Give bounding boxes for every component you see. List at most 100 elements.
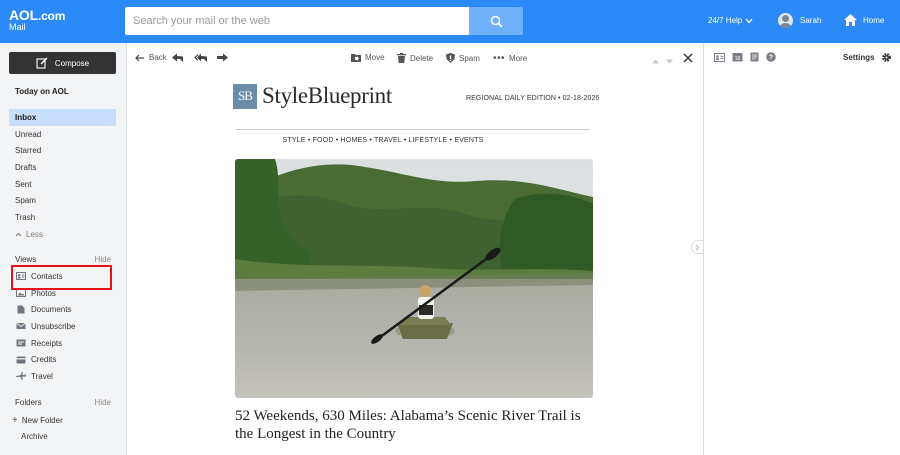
folders-label: Folders <box>15 398 42 407</box>
folder-list: Inbox Unread Starred Drafts Sent Spam Tr… <box>9 109 116 243</box>
travel-icon <box>16 372 26 381</box>
message-toolbar: Back Move Delete Spam ••• More <box>128 43 703 75</box>
sidebar: Compose Today on AOL Inbox Unread Starre… <box>0 43 127 455</box>
search-input[interactable] <box>125 7 469 35</box>
search-icon <box>490 15 503 28</box>
folder-starred[interactable]: Starred <box>9 142 116 159</box>
reply-all-icon <box>194 53 207 62</box>
settings-label: Settings <box>843 53 875 62</box>
article-headline[interactable]: 52 Weekends, 630 Miles: Alabama’s Scenic… <box>235 407 595 443</box>
spam-button[interactable]: Spam <box>446 53 480 63</box>
styleblueprint-logo[interactable]: SB StyleBlueprint <box>233 83 392 109</box>
view-receipts[interactable]: Receipts <box>9 335 116 352</box>
new-folder-label: New Folder <box>21 416 63 425</box>
view-travel[interactable]: Travel <box>9 368 116 385</box>
caret-up-icon <box>652 59 659 64</box>
folders-header: Folders Hide <box>15 398 111 407</box>
message-body: SB StyleBlueprint REGIONAL DAILY EDITION… <box>128 75 703 455</box>
chevron-up-icon <box>15 232 22 237</box>
views-hide-link[interactable]: Hide <box>95 255 111 264</box>
view-label: Receipts <box>31 338 63 348</box>
view-label: Travel <box>31 371 53 381</box>
collapse-panel-handle[interactable] <box>691 240 703 254</box>
folder-unread[interactable]: Unread <box>9 126 116 143</box>
new-folder-button[interactable]: + New Folder <box>12 415 63 426</box>
folder-sent[interactable]: Sent <box>9 176 116 193</box>
more-button[interactable]: ••• More <box>493 53 527 64</box>
newsletter-nav[interactable]: STYLE • FOOD • HOMES • TRAVEL • LIFESTYL… <box>128 137 638 144</box>
trash-icon <box>397 53 406 63</box>
calendar-icon[interactable]: 18 <box>732 52 743 62</box>
user-menu[interactable]: Sarah <box>778 13 821 28</box>
caret-down-icon <box>666 59 673 64</box>
spam-label: Spam <box>459 53 480 63</box>
contacts-highlight-box <box>11 265 112 290</box>
help-icon[interactable]: ? <box>766 52 776 62</box>
arrow-left-icon <box>135 54 144 61</box>
home-icon <box>844 14 857 26</box>
sb-name: StyleBlueprint <box>262 83 392 108</box>
avatar <box>778 13 793 28</box>
close-message-button[interactable] <box>683 53 693 66</box>
chevron-down-icon <box>745 18 753 23</box>
home-label: Home <box>863 15 885 25</box>
logo-brand: AOL <box>9 7 38 23</box>
article-photo[interactable] <box>235 159 593 398</box>
forward-icon <box>217 53 228 62</box>
move-button[interactable]: Move <box>351 53 385 62</box>
right-panel: 18 ? Settings <box>704 43 900 455</box>
logo-sub: Mail <box>9 22 26 32</box>
back-label: Back <box>149 53 167 62</box>
sb-mark: SB <box>233 83 257 109</box>
notepad-icon[interactable] <box>750 52 759 62</box>
user-name: Sarah <box>800 16 822 25</box>
aol-logo[interactable]: AOL.com Mail <box>9 8 65 32</box>
forward-button[interactable] <box>216 53 228 66</box>
view-label: Documents <box>31 305 72 315</box>
divider <box>236 129 590 130</box>
top-header: AOL.com Mail 24/7 Help Sarah Home <box>0 0 900 43</box>
views-label: Views <box>15 255 37 264</box>
folders-hide-link[interactable]: Hide <box>95 398 111 407</box>
show-less-toggle[interactable]: Less <box>9 226 116 243</box>
contact-card-icon[interactable] <box>714 52 725 62</box>
back-button[interactable]: Back <box>135 53 167 62</box>
help-menu[interactable]: 24/7 Help <box>708 16 753 25</box>
help-label: 24/7 Help <box>708 16 743 25</box>
previous-message-button[interactable] <box>652 55 659 67</box>
svg-text:18: 18 <box>735 56 741 62</box>
receipts-icon <box>16 339 26 347</box>
view-label: Unsubscribe <box>31 321 76 331</box>
settings-button[interactable]: Settings <box>843 52 892 63</box>
chevron-right-icon <box>695 244 700 250</box>
more-dots-icon: ••• <box>493 53 506 64</box>
photos-icon <box>16 289 26 298</box>
reply-button[interactable] <box>172 53 184 66</box>
credits-icon <box>16 356 26 364</box>
delete-button[interactable]: Delete <box>397 53 433 63</box>
compose-button[interactable]: Compose <box>9 52 116 74</box>
svg-text:?: ? <box>769 55 773 62</box>
today-on-aol-link[interactable]: Today on AOL <box>15 87 69 96</box>
folder-trash[interactable]: Trash <box>9 209 116 226</box>
view-label: Credits <box>31 355 57 365</box>
edition-line: REGIONAL DAILY EDITION • 02-18-2026 <box>466 95 600 102</box>
folder-spam[interactable]: Spam <box>9 192 116 209</box>
folder-inbox[interactable]: Inbox <box>9 109 116 126</box>
search-button[interactable] <box>469 7 523 35</box>
folder-archive[interactable]: Archive <box>21 432 48 441</box>
reply-all-button[interactable] <box>194 53 208 66</box>
reply-icon <box>172 53 183 62</box>
more-label: More <box>509 54 528 63</box>
next-message-button[interactable] <box>666 55 673 67</box>
view-credits[interactable]: Credits <box>9 351 116 368</box>
delete-label: Delete <box>410 53 434 63</box>
compose-label: Compose <box>54 58 90 68</box>
views-header: Views Hide <box>15 255 111 264</box>
view-unsubscribe[interactable]: Unsubscribe <box>9 318 116 335</box>
home-link[interactable]: Home <box>843 13 884 27</box>
shield-icon <box>446 53 455 63</box>
unsubscribe-icon <box>16 322 26 330</box>
folder-drafts[interactable]: Drafts <box>9 159 116 176</box>
view-documents[interactable]: Documents <box>9 301 116 318</box>
